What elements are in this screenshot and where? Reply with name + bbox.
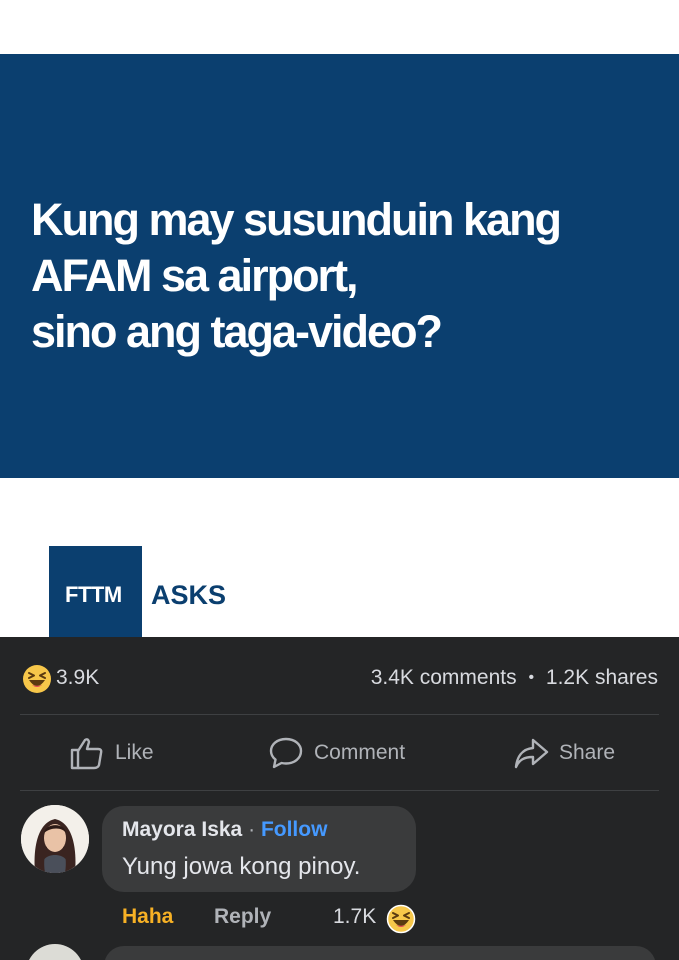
like-button[interactable]: Like bbox=[69, 730, 154, 776]
comment-text: Yung jowa kong pinoy. bbox=[122, 853, 361, 880]
post-image[interactable]: Kung may susunduin kang AFAM sa airport,… bbox=[0, 0, 679, 637]
comment-reaction-count[interactable]: 1.7K bbox=[333, 905, 376, 929]
comment-label: Comment bbox=[314, 741, 406, 764]
reaction-count[interactable]: 3.9K bbox=[56, 666, 99, 690]
comment-bubble-icon bbox=[269, 737, 303, 769]
comment-actions: Haha Reply 1.7K bbox=[0, 902, 679, 936]
comment-bubble[interactable]: Mayora Iska · Follow Yung jowa kong pino… bbox=[102, 806, 416, 892]
headline-line-3: sino ang taga-video? bbox=[31, 306, 443, 357]
next-comment-bubble[interactable] bbox=[104, 946, 656, 960]
counts-group: 3.4K comments • 1.2K shares bbox=[371, 666, 658, 690]
divider bbox=[20, 790, 659, 791]
fttm-logo: FTTM bbox=[49, 546, 142, 637]
comment-button[interactable]: Comment bbox=[268, 730, 405, 776]
share-arrow-icon bbox=[514, 738, 549, 769]
comment-header: Mayora Iska · Follow bbox=[122, 818, 327, 842]
divider bbox=[20, 714, 659, 715]
stats-separator: • bbox=[528, 669, 535, 686]
share-label: Share bbox=[559, 741, 616, 764]
comments-count[interactable]: 3.4K comments bbox=[371, 666, 517, 689]
next-commenter-avatar[interactable] bbox=[26, 944, 84, 960]
action-bar: Like Comment Share bbox=[0, 730, 679, 776]
follow-button[interactable]: Follow bbox=[261, 818, 328, 841]
headline-line-1: Kung may susunduin kang bbox=[31, 194, 562, 245]
haha-reaction-button[interactable]: Haha bbox=[122, 905, 173, 929]
name-separator: · bbox=[248, 818, 256, 841]
share-button[interactable]: Share bbox=[513, 730, 615, 776]
post-headline: Kung may susunduin kang AFAM sa airport,… bbox=[31, 192, 671, 360]
asks-label: ASKS bbox=[151, 580, 227, 610]
commenter-avatar[interactable] bbox=[21, 805, 89, 873]
avatar-image bbox=[21, 805, 89, 873]
reply-button[interactable]: Reply bbox=[214, 905, 271, 929]
logo-text: FTTM bbox=[65, 582, 122, 607]
haha-emoji-icon[interactable] bbox=[22, 664, 52, 694]
thumbs-up-icon bbox=[70, 738, 103, 770]
post-stats: 3.9K 3.4K comments • 1.2K shares bbox=[0, 655, 679, 699]
commenter-name[interactable]: Mayora Iska bbox=[122, 818, 242, 841]
like-label: Like bbox=[115, 741, 154, 764]
haha-emoji-icon[interactable] bbox=[386, 904, 416, 934]
shares-count[interactable]: 1.2K shares bbox=[546, 666, 658, 689]
image-top-margin bbox=[0, 0, 679, 52]
headline-line-2: AFAM sa airport, bbox=[31, 250, 359, 301]
